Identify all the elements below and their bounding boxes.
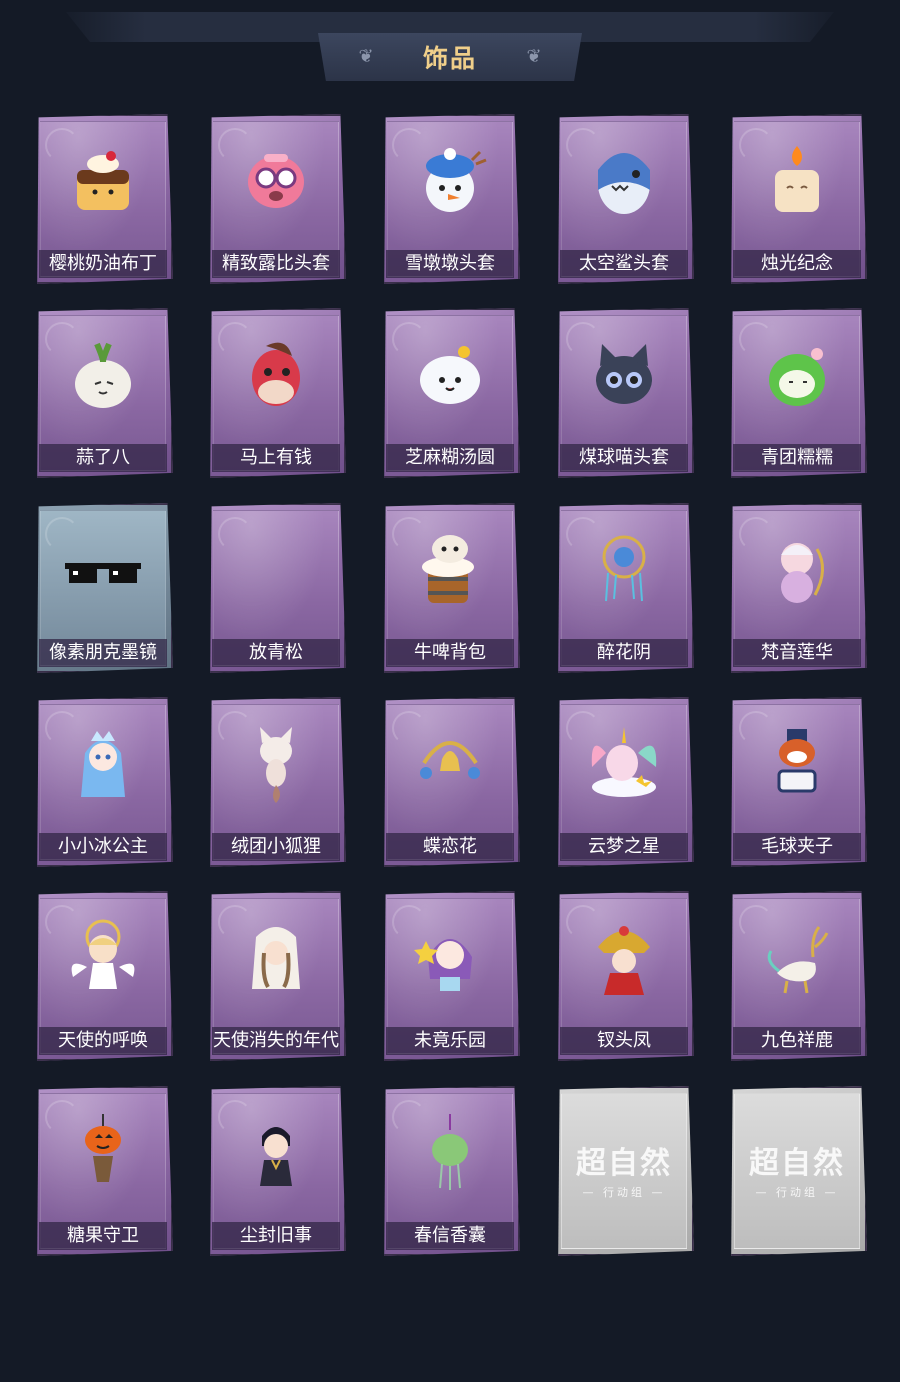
item-card[interactable]: 芝麻糊汤圆 xyxy=(380,308,520,478)
item-card[interactable]: 天使的呼唤 xyxy=(33,891,173,1061)
item-name: 太空鲨头套 xyxy=(560,250,688,278)
item-card[interactable]: 像素朋克墨镜 xyxy=(33,503,173,673)
veiled-girl-icon xyxy=(236,917,316,997)
cow-beer-backpack-icon xyxy=(410,529,490,609)
horse-head-icon xyxy=(236,334,316,414)
pink-creature-icon xyxy=(236,140,316,220)
fox-icon xyxy=(236,723,316,803)
item-name: 马上有钱 xyxy=(212,444,340,472)
item-name: 芝麻糊汤圆 xyxy=(386,444,514,472)
item-name: 梵音莲华 xyxy=(733,639,861,667)
item-card[interactable]: 尘封旧事 xyxy=(206,1086,346,1256)
item-name: 精致露比头套 xyxy=(212,250,340,278)
watermark-subtitle: — 行动组 — xyxy=(582,1186,666,1199)
locked-item-card[interactable]: 超自然 — 行动组 — xyxy=(727,1086,867,1256)
watermark-logo: 超自然 — 行动组 — xyxy=(554,1138,694,1200)
snow-head-icon xyxy=(410,140,490,220)
angel-icon xyxy=(63,917,143,997)
candle-icon xyxy=(757,140,837,220)
item-card[interactable]: 钗头凤 xyxy=(554,891,694,1061)
dark-boy-icon xyxy=(236,1112,316,1192)
item-name: 醉花阴 xyxy=(560,639,688,667)
item-name: 九色祥鹿 xyxy=(733,1027,861,1055)
item-name: 毛球夹子 xyxy=(733,833,861,861)
item-card[interactable]: 蝶恋花 xyxy=(380,697,520,867)
item-card[interactable]: 樱桃奶油布丁 xyxy=(33,114,173,284)
pudding-icon xyxy=(63,140,143,220)
item-name: 蝶恋花 xyxy=(386,833,514,861)
raccoon-drummer-icon xyxy=(757,723,837,803)
sachet-icon xyxy=(410,1112,490,1192)
item-card[interactable]: 梵音莲华 xyxy=(727,503,867,673)
item-name: 煤球喵头套 xyxy=(560,444,688,472)
item-card[interactable]: 毛球夹子 xyxy=(727,697,867,867)
item-name: 糖果守卫 xyxy=(39,1222,167,1250)
watermark-subtitle: — 行动组 — xyxy=(755,1186,839,1199)
watermark-title: 超自然 xyxy=(576,1146,672,1181)
item-card[interactable]: 牛啤背包 xyxy=(380,503,520,673)
item-name: 未竟乐园 xyxy=(386,1027,514,1055)
item-name: 蒜了八 xyxy=(39,444,167,472)
item-card[interactable]: 蒜了八 xyxy=(33,308,173,478)
dumpling-icon xyxy=(410,334,490,414)
item-card[interactable]: 放青松 xyxy=(206,503,346,673)
lotus-doll-icon xyxy=(757,529,837,609)
item-card[interactable]: 未竟乐园 xyxy=(380,891,520,1061)
item-name: 钗头凤 xyxy=(560,1027,688,1055)
deer-icon xyxy=(757,917,837,997)
ice-princess-icon xyxy=(63,723,143,803)
flower-ornament-icon xyxy=(584,529,664,609)
item-name: 小小冰公主 xyxy=(39,833,167,861)
item-name: 雪墩墩头套 xyxy=(386,250,514,278)
pumpkin-icon xyxy=(63,1112,143,1192)
star-doll-icon xyxy=(410,917,490,997)
watermark-title: 超自然 xyxy=(749,1146,845,1181)
item-card[interactable]: 绒团小狐狸 xyxy=(206,697,346,867)
item-card[interactable]: 烛光纪念 xyxy=(727,114,867,284)
item-card[interactable]: 青团糯糯 xyxy=(727,308,867,478)
item-card[interactable]: 煤球喵头套 xyxy=(554,308,694,478)
bell-ornament-icon xyxy=(410,723,490,803)
item-card[interactable]: 春信香囊 xyxy=(380,1086,520,1256)
shark-head-icon xyxy=(584,140,664,220)
item-card[interactable]: 精致露比头套 xyxy=(206,114,346,284)
item-card[interactable]: 马上有钱 xyxy=(206,308,346,478)
item-name: 绒团小狐狸 xyxy=(212,833,340,861)
item-card[interactable]: 糖果守卫 xyxy=(33,1086,173,1256)
item-card[interactable]: 天使消失的年代 xyxy=(206,891,346,1061)
item-card[interactable]: 雪墩墩头套 xyxy=(380,114,520,284)
item-name: 春信香囊 xyxy=(386,1222,514,1250)
item-name: 天使消失的年代 xyxy=(212,1027,340,1055)
item-name: 云梦之星 xyxy=(560,833,688,861)
phoenix-crown-icon xyxy=(584,917,664,997)
item-name: 天使的呼唤 xyxy=(39,1027,167,1055)
unicorn-icon xyxy=(584,723,664,803)
watermark-logo: 超自然 — 行动组 — xyxy=(727,1138,867,1200)
item-name: 牛啤背包 xyxy=(386,639,514,667)
item-grid: 樱桃奶油布丁 精致露比头套 雪墩墩头套 太空鲨头套 烛光纪念蒜了八 马上有钱 芝麻糊汤圆 煤球… xyxy=(0,0,900,1382)
locked-item-card[interactable]: 超自然 — 行动组 — xyxy=(554,1086,694,1256)
item-card[interactable]: 九色祥鹿 xyxy=(727,891,867,1061)
item-name: 尘封旧事 xyxy=(212,1222,340,1250)
item-name: 烛光纪念 xyxy=(733,250,861,278)
item-name: 青团糯糯 xyxy=(733,444,861,472)
pixel-sunglasses-icon xyxy=(63,529,143,609)
cat-head-icon xyxy=(584,334,664,414)
garlic-icon xyxy=(63,334,143,414)
item-card[interactable]: 太空鲨头套 xyxy=(554,114,694,284)
green-rice-ball-icon xyxy=(757,334,837,414)
item-name: 放青松 xyxy=(212,639,340,667)
item-name: 樱桃奶油布丁 xyxy=(39,250,167,278)
item-name: 像素朋克墨镜 xyxy=(39,639,167,667)
item-card[interactable]: 醉花阴 xyxy=(554,503,694,673)
item-card[interactable]: 小小冰公主 xyxy=(33,697,173,867)
item-card[interactable]: 云梦之星 xyxy=(554,697,694,867)
